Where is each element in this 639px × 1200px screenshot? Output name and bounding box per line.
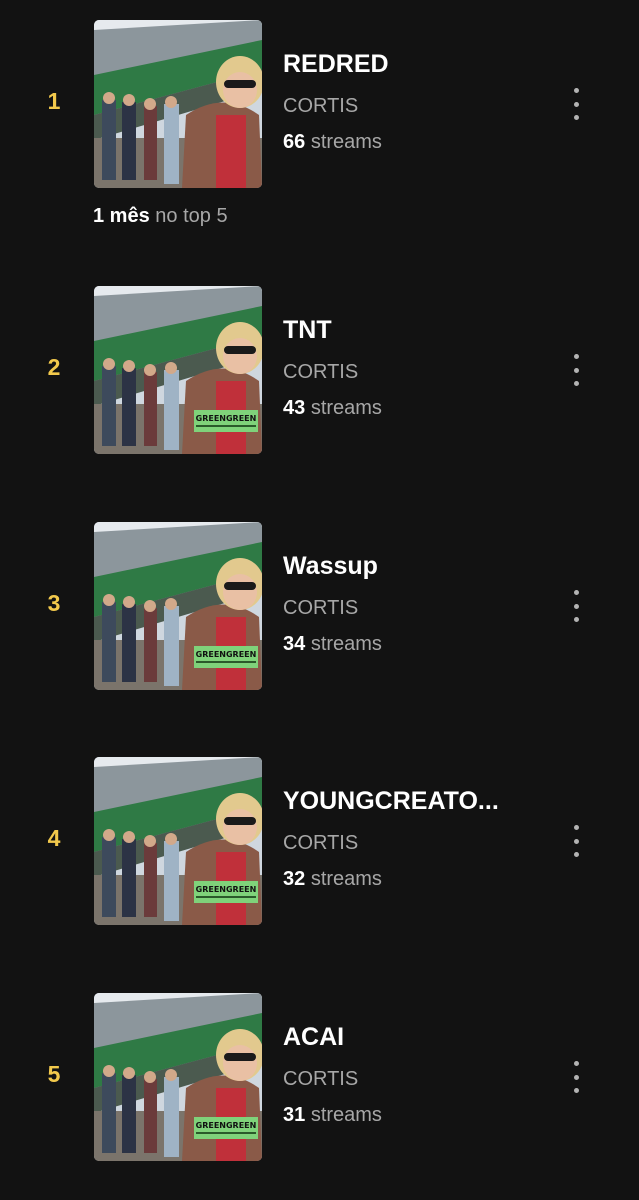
album-cover: GREENGREEN	[94, 757, 262, 925]
stream-count: 31 streams	[283, 1104, 382, 1127]
track-title[interactable]: Wassup	[283, 552, 378, 581]
cover-text: GREENGREEN	[196, 1121, 257, 1130]
rank-number: 5	[47, 1061, 61, 1087]
track-title[interactable]: REDRED	[283, 50, 389, 79]
cover-text: GREENGREEN	[196, 650, 257, 659]
stream-number: 32	[283, 868, 306, 890]
artist-name[interactable]: CORTIS	[283, 361, 358, 384]
stream-number: 31	[283, 1104, 306, 1126]
top5-duration-note: 1 mês no top 5	[93, 205, 228, 228]
rank-number: 2	[47, 354, 61, 380]
track-row-2[interactable]: 2 GREENGREEN TNT CORTIS 43 streams	[0, 286, 639, 454]
stream-label: streams	[310, 633, 382, 655]
album-cover: GREENGREEN	[94, 286, 262, 454]
artist-name[interactable]: CORTIS	[283, 95, 358, 118]
rank-number: 1	[47, 88, 61, 114]
stream-label: streams	[310, 868, 382, 890]
track-title[interactable]: YOUNGCREATO...	[283, 787, 499, 816]
album-cover: GREENGREEN	[94, 993, 262, 1161]
stream-count: 43 streams	[283, 397, 382, 420]
cover-text: GREENGREEN	[196, 885, 257, 894]
track-row-4[interactable]: 4 GREENGREEN YOUNGCREATO... CORTIS 32 st…	[0, 757, 639, 925]
stream-label: streams	[310, 397, 382, 419]
rank-number: 4	[47, 825, 61, 851]
vertical-ellipsis-icon[interactable]	[560, 1059, 592, 1095]
artist-name[interactable]: CORTIS	[283, 1068, 358, 1091]
artist-name[interactable]: CORTIS	[283, 832, 358, 855]
stream-label: streams	[310, 131, 382, 153]
vertical-ellipsis-icon[interactable]	[560, 352, 592, 388]
top5-duration: 1 mês	[93, 205, 150, 227]
stream-count: 32 streams	[283, 868, 382, 891]
stream-count: 66 streams	[283, 131, 382, 154]
stream-number: 43	[283, 397, 306, 419]
track-row-3[interactable]: 3 GREENGREEN Wassup CORTIS 34 streams	[0, 522, 639, 690]
stream-number: 34	[283, 633, 306, 655]
track-title[interactable]: ACAI	[283, 1023, 344, 1052]
album-cover	[94, 20, 262, 188]
stream-number: 66	[283, 131, 306, 153]
album-cover: GREENGREEN	[94, 522, 262, 690]
vertical-ellipsis-icon[interactable]	[560, 823, 592, 859]
stream-label: streams	[310, 1104, 382, 1126]
track-row-5[interactable]: 5 GREENGREEN ACAI CORTIS 31 streams	[0, 993, 639, 1161]
rank-number: 3	[47, 590, 61, 616]
artist-name[interactable]: CORTIS	[283, 597, 358, 620]
track-row-1[interactable]: 1 REDRED CORTIS 66 streams	[0, 20, 639, 188]
track-title[interactable]: TNT	[283, 316, 332, 345]
stream-count: 34 streams	[283, 633, 382, 656]
vertical-ellipsis-icon[interactable]	[560, 588, 592, 624]
vertical-ellipsis-icon[interactable]	[560, 86, 592, 122]
cover-text: GREENGREEN	[196, 414, 257, 423]
top5-label: no top 5	[155, 205, 228, 227]
